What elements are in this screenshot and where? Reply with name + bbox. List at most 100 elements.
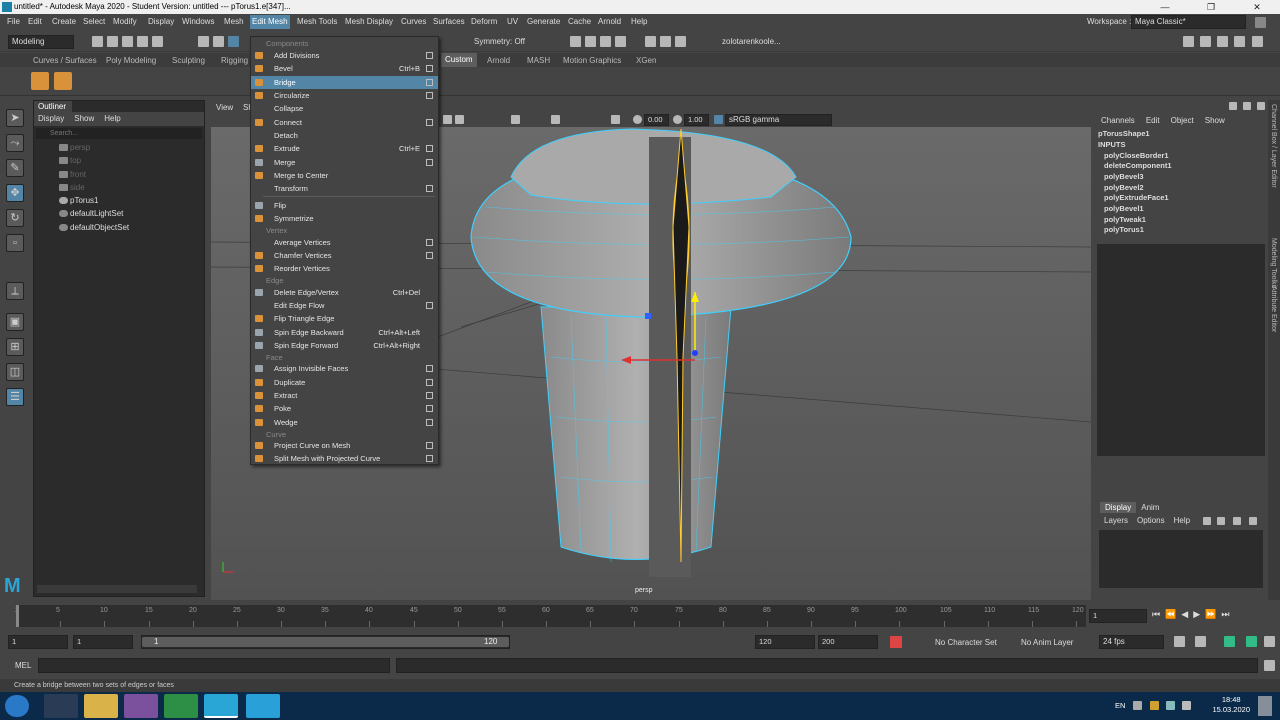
- option-box-icon[interactable]: [426, 379, 433, 386]
- notifications-icon[interactable]: [1258, 696, 1272, 716]
- open-scene-icon[interactable]: [107, 36, 118, 47]
- mel-input[interactable]: [38, 658, 390, 673]
- cb-menu-channels[interactable]: Channels: [1101, 116, 1135, 125]
- maximize-button[interactable]: ❐: [1188, 0, 1234, 14]
- option-box-icon[interactable]: [426, 442, 433, 449]
- menu-item-merge[interactable]: Merge: [251, 156, 438, 169]
- system-clock[interactable]: 18:48 15.03.2020: [1212, 695, 1250, 715]
- auto-key-icon[interactable]: [890, 636, 902, 648]
- menu-item-edit-edge-flow[interactable]: Edit Edge Flow: [251, 299, 438, 312]
- anim-layer-dropdown[interactable]: No Anim Layer: [1021, 638, 1073, 647]
- menu-item-detach[interactable]: Detach: [251, 129, 438, 142]
- menu-generate[interactable]: Generate: [527, 17, 560, 26]
- menu-mesh[interactable]: Mesh: [224, 17, 244, 26]
- layout-toggle-icon[interactable]: [1252, 36, 1263, 47]
- lighting-icon[interactable]: [511, 115, 520, 124]
- menu-arnold[interactable]: Arnold: [598, 17, 621, 26]
- settings-icon[interactable]: [1264, 636, 1275, 647]
- move-tool-icon[interactable]: ✥: [6, 184, 24, 202]
- isolate-select-icon[interactable]: [611, 115, 620, 124]
- shelf-tab-rigging[interactable]: Rigging: [221, 56, 248, 65]
- menu-item-symmetrize[interactable]: Symmetrize: [251, 212, 438, 225]
- menu-select[interactable]: Select: [83, 17, 105, 26]
- hypershade-icon[interactable]: [615, 36, 626, 47]
- shelf-box-icon[interactable]: [54, 72, 72, 90]
- undo-icon[interactable]: [137, 36, 148, 47]
- scale-tool-icon[interactable]: ▫: [6, 234, 24, 252]
- time-slider-track[interactable]: 1 51015202530354045505560657075808590951…: [15, 605, 1086, 627]
- smooth-shade-icon[interactable]: [455, 115, 464, 124]
- menu-display[interactable]: Display: [148, 17, 174, 26]
- menu-edit[interactable]: Edit: [28, 17, 42, 26]
- modeling-toolkit-icon[interactable]: [1183, 36, 1194, 47]
- outliner-item-persp[interactable]: persp: [34, 141, 204, 154]
- user-account-dropdown[interactable]: zolotarenkoole...: [722, 37, 781, 46]
- outliner-item-top[interactable]: top: [34, 154, 204, 167]
- menu-curves[interactable]: Curves: [401, 17, 426, 26]
- character-set-dropdown[interactable]: No Character Set: [935, 638, 997, 647]
- layer-move-down-icon[interactable]: [1217, 517, 1225, 525]
- network-icon[interactable]: [1166, 701, 1175, 710]
- outliner-menu-display[interactable]: Display: [38, 112, 64, 126]
- menu-item-transform[interactable]: Transform: [251, 182, 438, 195]
- volume-icon[interactable]: [1182, 701, 1191, 710]
- side-tab-modeling-toolkit[interactable]: Modeling Toolkit: [1270, 238, 1277, 288]
- file-explorer-icon[interactable]: [84, 694, 118, 718]
- option-box-icon[interactable]: [426, 419, 433, 426]
- menu-deform[interactable]: Deform: [471, 17, 497, 26]
- viewport-menu-view[interactable]: View: [216, 103, 233, 112]
- taskbar-app-icon[interactable]: [44, 694, 78, 718]
- playback-end-field[interactable]: 120: [755, 635, 815, 649]
- color-space-dropdown[interactable]: sRGB gamma: [725, 114, 832, 126]
- workspace-settings-icon[interactable]: [1255, 17, 1266, 28]
- close-button[interactable]: ✕: [1234, 0, 1280, 14]
- select-object-icon[interactable]: [213, 36, 224, 47]
- outliner-menu-show[interactable]: Show: [74, 112, 94, 126]
- time-slider[interactable]: 1 5 10 15 20 25 30 35 40 45 50 55 60 65 70 75 80 85 90 95 1…: [0, 603, 1280, 629]
- menu-item-average-vertices[interactable]: Average Vertices: [251, 236, 438, 249]
- new-layer-icon[interactable]: [1233, 517, 1241, 525]
- last-tool-icon[interactable]: ⟂: [6, 282, 24, 300]
- menu-item-wedge[interactable]: Wedge: [251, 416, 438, 429]
- key-icon[interactable]: [1224, 636, 1235, 647]
- single-pane-layout-icon[interactable]: ▣: [6, 313, 24, 331]
- maya-taskbar-icon[interactable]: [204, 694, 238, 718]
- menu-help[interactable]: Help: [631, 17, 647, 26]
- color-management-icon[interactable]: [714, 115, 723, 124]
- range-slider-handle[interactable]: [142, 637, 509, 647]
- workspace-dropdown[interactable]: Maya Classic*: [1131, 15, 1246, 29]
- playback-start-field[interactable]: 1: [73, 635, 133, 649]
- current-time-marker[interactable]: [16, 605, 19, 627]
- wireframe-icon[interactable]: [443, 115, 452, 124]
- telegram-icon[interactable]: [246, 694, 280, 718]
- option-box-icon[interactable]: [426, 52, 433, 59]
- menu-item-connect[interactable]: Connect: [251, 116, 438, 129]
- layer-move-up-icon[interactable]: [1203, 517, 1211, 525]
- new-scene-icon[interactable]: [92, 36, 103, 47]
- sound-icon[interactable]: [1195, 636, 1206, 647]
- menu-item-assign-invisible-faces[interactable]: Assign Invisible Faces: [251, 362, 438, 375]
- channel-box-icon[interactable]: [1234, 36, 1245, 47]
- new-layer-selected-icon[interactable]: [1249, 517, 1257, 525]
- language-indicator[interactable]: EN: [1115, 701, 1125, 710]
- shelf-tab-xgen[interactable]: XGen: [636, 56, 656, 65]
- menu-item-chamfer-vertices[interactable]: Chamfer Vertices: [251, 249, 438, 262]
- viber-icon[interactable]: [124, 694, 158, 718]
- range-slider-track[interactable]: 1 120: [141, 635, 510, 649]
- tray-app-icon[interactable]: [1150, 701, 1159, 710]
- option-box-icon[interactable]: [426, 92, 433, 99]
- select-component-icon[interactable]: [228, 36, 239, 47]
- menu-item-extrude[interactable]: Extrude Ctrl+E: [251, 142, 438, 155]
- outliner-search-input[interactable]: Search...: [36, 128, 202, 139]
- playback-controls[interactable]: ⏮⏪◀▶⏩⏭: [1152, 609, 1276, 621]
- rotate-tool-icon[interactable]: ↻: [6, 209, 24, 227]
- side-tab-channel-box[interactable]: Channel Box / Layer Editor: [1270, 104, 1277, 188]
- scene-end-field[interactable]: 200: [818, 635, 878, 649]
- anim-prefs-icon[interactable]: [1246, 636, 1257, 647]
- option-box-icon[interactable]: [426, 365, 433, 372]
- menu-create[interactable]: Create: [52, 17, 76, 26]
- menu-item-merge-to-center[interactable]: Merge to Center: [251, 169, 438, 182]
- symmetry-dropdown[interactable]: Symmetry: Off: [474, 37, 525, 46]
- arnold-render-icon[interactable]: [645, 36, 656, 47]
- menu-uv[interactable]: UV: [507, 17, 518, 26]
